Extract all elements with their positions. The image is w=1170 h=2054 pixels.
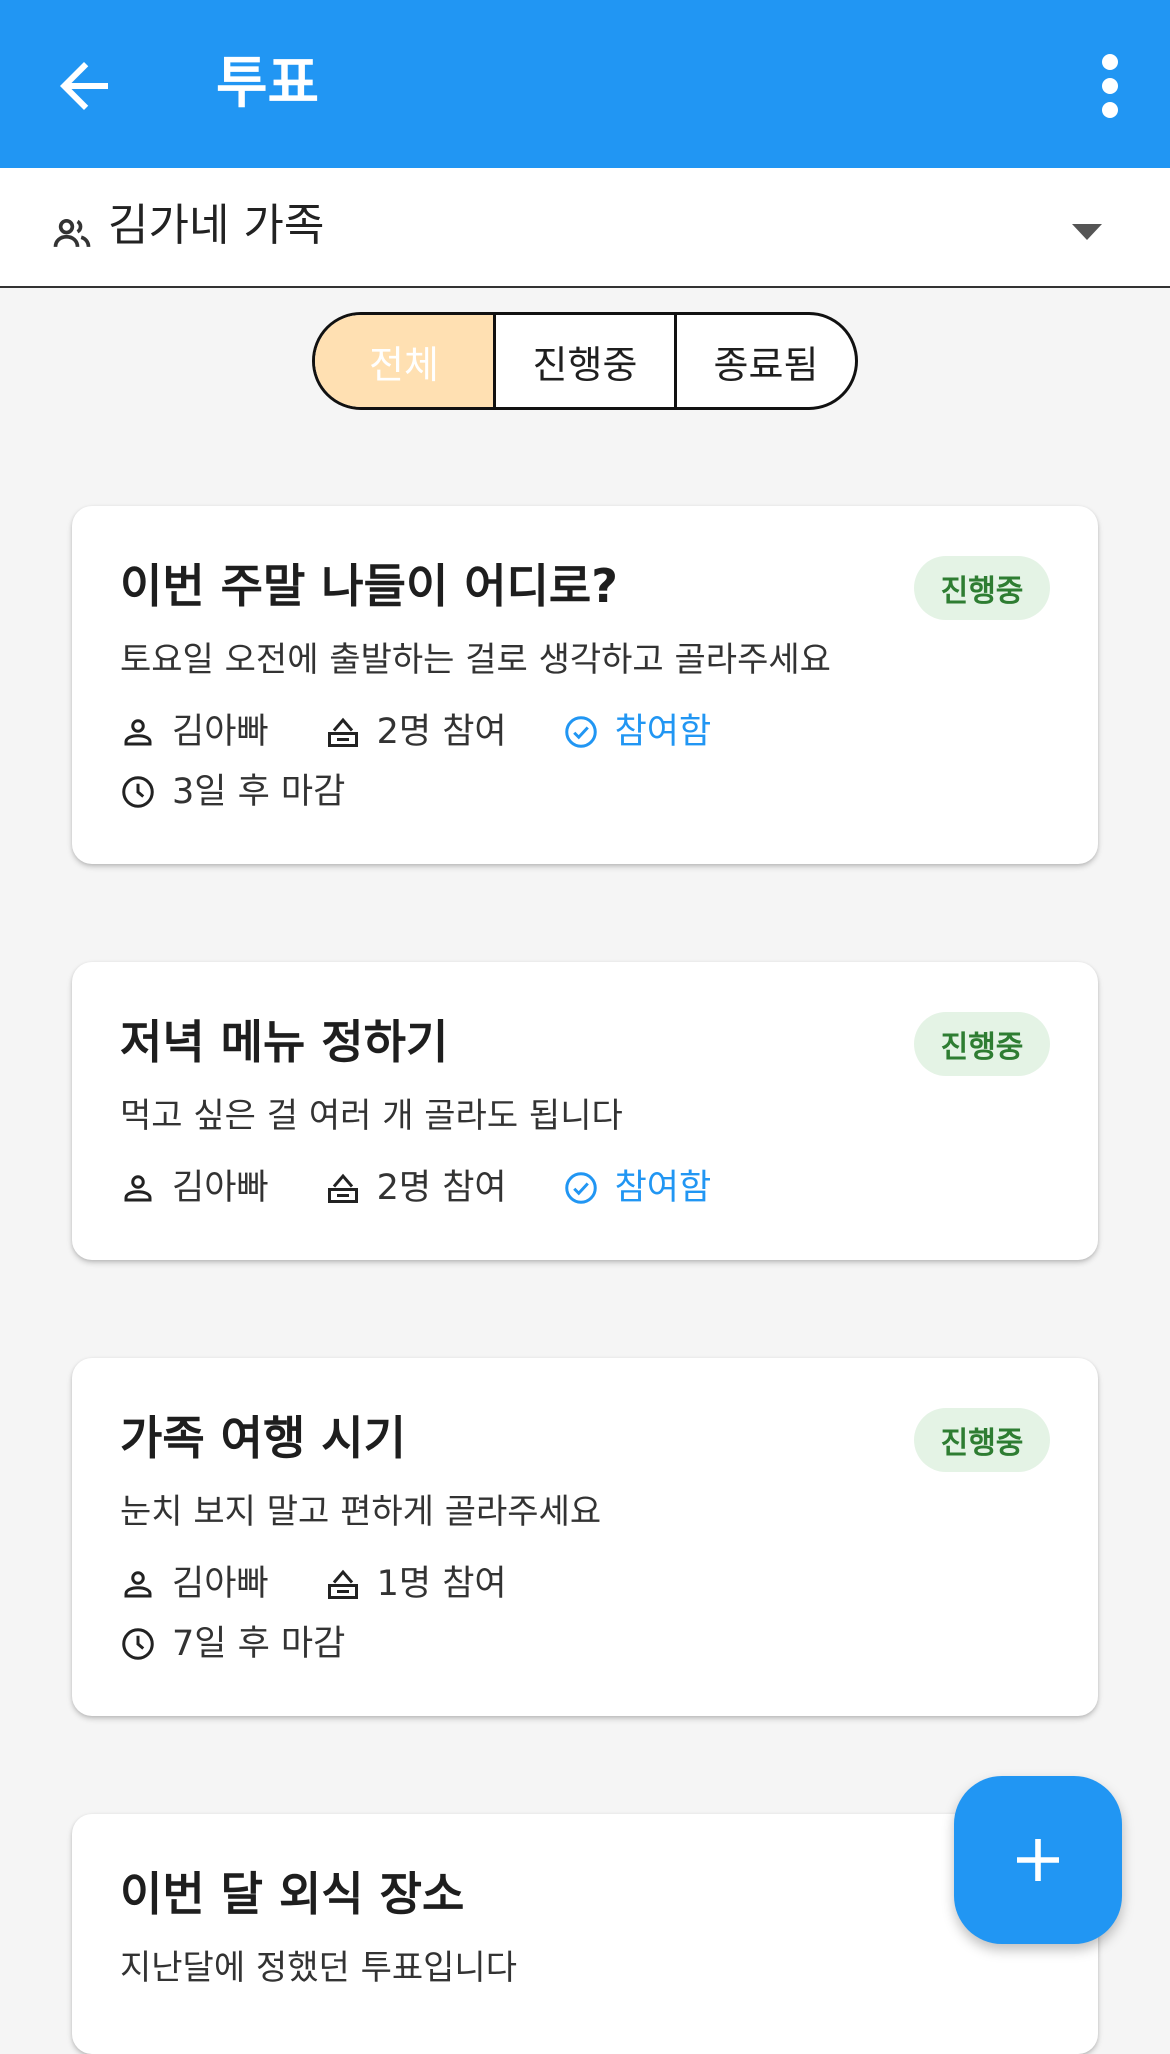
person-icon <box>124 1175 152 1202</box>
poll-author: 김아빠 <box>172 1168 269 1208</box>
poll-author: 김아빠 <box>172 1564 269 1604</box>
poll-card[interactable]: 저녁 메뉴 정하기 진행중 먹고 싶은 걸 여러 개 골라도 됩니다 김아빠 2… <box>72 962 1098 1260</box>
check-circle-icon <box>564 716 597 748</box>
group-selector[interactable]: 김가네 가족 <box>0 168 1170 288</box>
poll-card[interactable]: 이번 주말 나들이 어디로? 진행중 토요일 오전에 출발하는 걸로 생각하고 … <box>72 506 1098 864</box>
poll-description: 지난달에 정했던 투표입니다 <box>120 1948 517 1988</box>
group-icon <box>53 218 91 248</box>
arrow-back-icon[interactable] <box>48 50 120 122</box>
poll-deadline: 7일 후 마감 <box>172 1624 346 1664</box>
tab-ended[interactable]: 종료됨 <box>674 315 855 407</box>
more-vert-icon[interactable] <box>1090 50 1130 122</box>
clock-icon <box>122 1628 154 1660</box>
page-title: 투표 <box>216 51 320 116</box>
app-bar: 투표 <box>0 0 1170 168</box>
poll-description: 먹고 싶은 걸 여러 개 골라도 됩니다 <box>120 1096 623 1136</box>
poll-joined: 참여함 <box>614 1168 712 1208</box>
poll-meta: 김아빠 1명 참여 <box>120 1560 563 1608</box>
poll-title: 이번 주말 나들이 어디로? <box>120 559 618 613</box>
poll-author: 김아빠 <box>172 712 269 752</box>
ballot-icon <box>327 1569 358 1599</box>
check-circle-icon <box>564 1172 597 1204</box>
poll-card[interactable]: 이번 달 외식 장소 지난달에 정했던 투표입니다 <box>72 1814 1098 2054</box>
status-badge: 진행중 <box>914 1408 1050 1472</box>
person-icon <box>124 719 152 746</box>
status-badge: 진행중 <box>914 556 1050 620</box>
status-filter: 전체 진행중 종료됨 <box>312 312 858 410</box>
poll-description: 토요일 오전에 출발하는 걸로 생각하고 골라주세요 <box>120 640 831 680</box>
poll-description: 눈치 보지 말고 편하게 골라주세요 <box>120 1492 602 1532</box>
ballot-icon <box>327 717 358 747</box>
person-icon <box>124 1571 152 1598</box>
poll-meta: 김아빠 2명 참여 참여함 <box>120 1164 767 1212</box>
status-badge: 진행중 <box>914 1012 1050 1076</box>
poll-deadline-row: 3일 후 마감 <box>120 768 401 816</box>
poll-title: 가족 여행 시기 <box>120 1411 406 1465</box>
clock-icon <box>122 776 154 808</box>
poll-participants: 1명 참여 <box>376 1564 507 1604</box>
poll-deadline: 3일 후 마감 <box>172 772 346 812</box>
poll-title: 이번 달 외식 장소 <box>120 1867 465 1921</box>
poll-joined: 참여함 <box>614 712 712 752</box>
poll-deadline-row: 7일 후 마감 <box>120 1620 401 1668</box>
poll-title: 저녁 메뉴 정하기 <box>120 1015 449 1069</box>
poll-participants: 2명 참여 <box>376 1168 507 1208</box>
add-icon <box>1017 1839 1059 1881</box>
add-poll-button[interactable] <box>954 1776 1122 1944</box>
ballot-icon <box>327 1173 358 1203</box>
poll-meta: 김아빠 2명 참여 참여함 <box>120 708 767 756</box>
poll-participants: 2명 참여 <box>376 712 507 752</box>
group-name: 김가네 가족 <box>108 200 325 251</box>
tab-all[interactable]: 전체 <box>315 315 493 407</box>
caret-down-icon <box>1072 224 1102 240</box>
tab-in-progress[interactable]: 진행중 <box>493 315 674 407</box>
poll-card[interactable]: 가족 여행 시기 진행중 눈치 보지 말고 편하게 골라주세요 김아빠 1명 참… <box>72 1358 1098 1716</box>
